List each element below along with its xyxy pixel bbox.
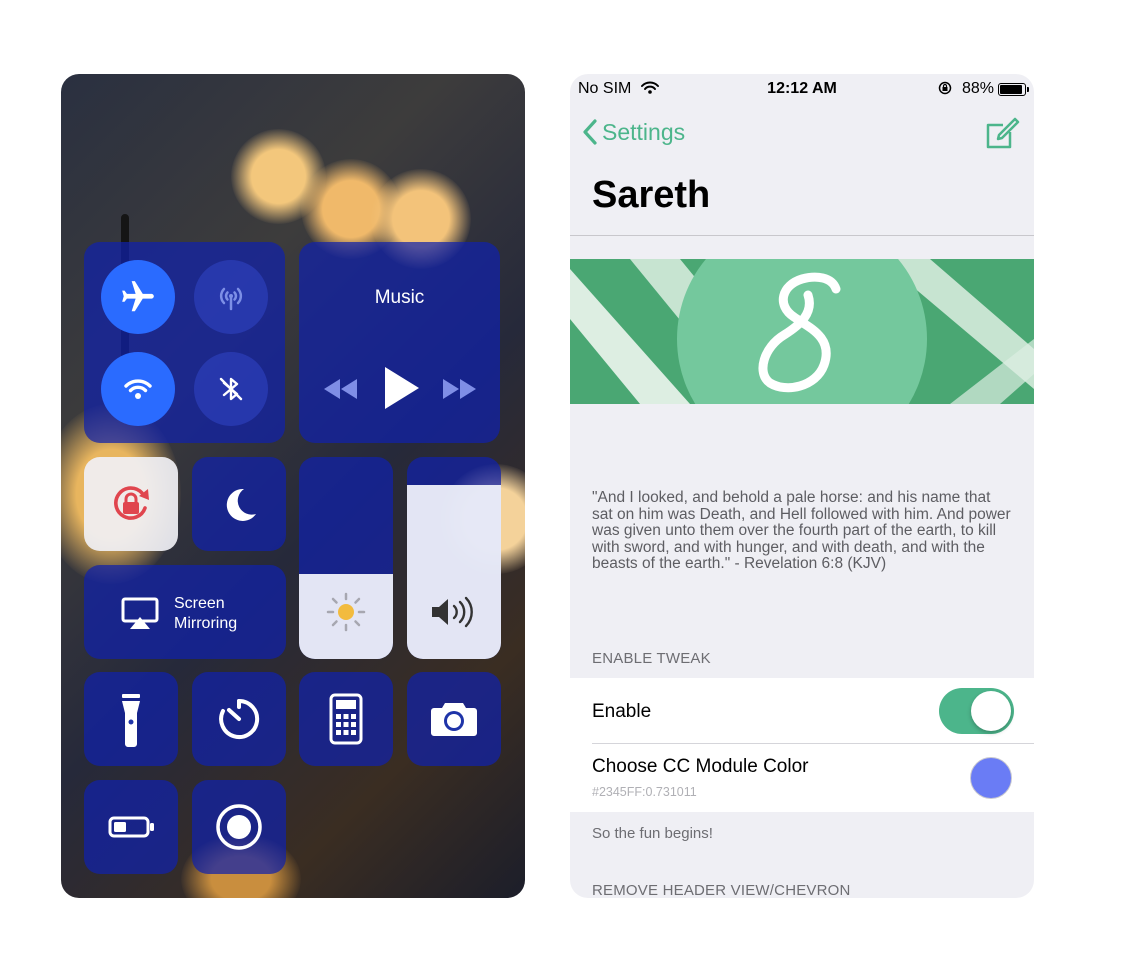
page-title: Sareth <box>592 174 711 216</box>
timer-button[interactable] <box>192 672 286 766</box>
remove-section-header: REMOVE HEADER VIEW/CHEVRON <box>592 882 851 898</box>
volume-icon <box>432 596 473 628</box>
header-divider <box>570 235 1034 236</box>
back-button[interactable]: Settings <box>582 118 685 146</box>
low-power-mode-button[interactable] <box>84 780 178 874</box>
footer-note: So the fun begins! <box>592 825 713 842</box>
color-swatch[interactable] <box>970 757 1012 799</box>
flashlight-button[interactable] <box>84 672 178 766</box>
color-picker-label[interactable]: Choose CC Module Color <box>592 756 809 778</box>
brightness-icon <box>326 592 366 632</box>
play-icon[interactable] <box>381 365 421 411</box>
screen-record-icon <box>216 804 262 850</box>
color-value-text: #2345FF:0.731011 <box>592 785 697 799</box>
music-module[interactable]: Music <box>299 242 500 443</box>
battery-status: 88% <box>938 80 994 98</box>
airplane-mode-button[interactable] <box>101 260 175 334</box>
bluetooth-button[interactable] <box>194 352 268 426</box>
control-center-screen: Music Screen Mirroring <box>61 74 525 898</box>
cell-divider <box>592 743 1034 744</box>
screen-recording-button[interactable] <box>192 780 286 874</box>
wifi-button[interactable] <box>101 352 175 426</box>
settings-group: Enable Choose CC Module Color #2345FF:0.… <box>570 678 1034 812</box>
airplane-icon <box>122 281 154 312</box>
screen-mirroring-line1: Screen <box>174 595 225 612</box>
chevron-left-icon <box>583 119 597 145</box>
volume-level-fill <box>407 485 501 659</box>
toggle-knob <box>971 691 1011 731</box>
connectivity-module <box>84 242 285 443</box>
do-not-disturb-toggle[interactable] <box>192 457 286 551</box>
back-label: Settings <box>602 118 686 145</box>
bluetooth-icon <box>219 377 243 401</box>
fast-forward-icon[interactable] <box>439 375 479 403</box>
rotation-lock-icon <box>114 486 149 520</box>
calculator-icon <box>329 693 363 745</box>
wifi-icon <box>124 379 152 399</box>
verse-quote: "And I looked, and behold a pale horse: … <box>592 489 1011 573</box>
screen-mirroring-button[interactable]: Screen Mirroring <box>84 565 286 659</box>
brightness-slider[interactable] <box>299 457 393 659</box>
enable-label: Enable <box>592 701 652 722</box>
status-bar: No SIM 12:12 AM 88% <box>570 74 1034 104</box>
screen-mirroring-line2: Mirroring <box>174 615 238 632</box>
battery-percent: 88% <box>961 80 994 97</box>
enable-section-header: ENABLE TWEAK <box>592 650 711 667</box>
orientation-lock-icon <box>938 81 951 95</box>
volume-slider[interactable] <box>407 457 501 659</box>
calculator-button[interactable] <box>299 672 393 766</box>
flashlight-icon <box>122 694 140 747</box>
cellular-data-icon <box>219 287 243 311</box>
airplay-icon <box>121 597 159 629</box>
enable-toggle[interactable] <box>939 688 1014 734</box>
cellular-data-button[interactable] <box>194 260 268 334</box>
camera-icon <box>431 703 477 736</box>
battery-icon <box>998 83 1029 96</box>
rewind-icon[interactable] <box>321 375 361 403</box>
low-power-icon <box>108 816 154 838</box>
rotation-lock-toggle[interactable] <box>84 457 178 551</box>
screen-mirroring-label: Screen Mirroring <box>174 594 237 634</box>
camera-button[interactable] <box>407 672 501 766</box>
moon-icon <box>226 488 256 521</box>
settings-screen: No SIM 12:12 AM 88% Settings Sareth "And… <box>570 74 1034 898</box>
music-label: Music <box>374 287 425 308</box>
tweak-banner <box>570 259 1034 404</box>
compose-icon[interactable] <box>984 116 1020 152</box>
timer-icon <box>219 698 260 739</box>
